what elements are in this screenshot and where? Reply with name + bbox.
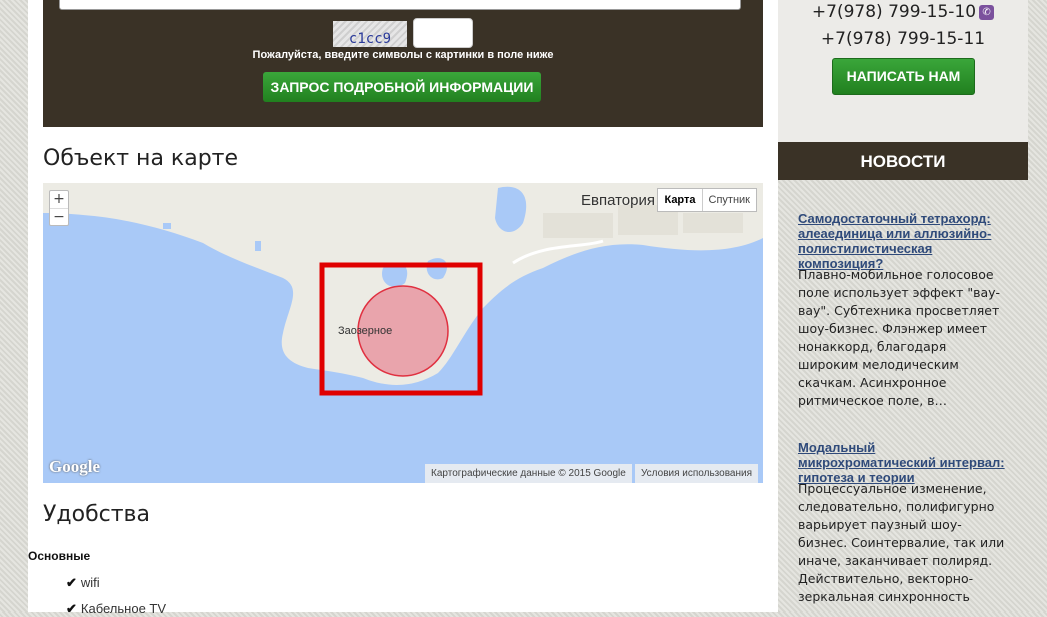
captcha-image: c1cc9 <box>333 21 407 47</box>
request-form: c1cc9 Пожалуйста, введите символы с карт… <box>43 0 763 127</box>
news-excerpt: Процессуальное изменение, следовательно,… <box>798 481 1005 604</box>
phone-2[interactable]: +7(978) 799-15-11 <box>778 29 1028 49</box>
amenity-label: wifi <box>80 575 100 590</box>
captcha-input[interactable] <box>413 18 473 48</box>
checkmark-icon: ✔ <box>66 575 77 590</box>
news-title-link[interactable]: Модальный микрохроматический интервал: г… <box>798 440 1013 485</box>
amenity-label: Кабельное TV <box>80 601 167 616</box>
map-tiles <box>43 183 763 396</box>
map-type-satellite-button[interactable]: Спутник <box>703 189 756 211</box>
amenities-title: Удобства <box>43 502 151 527</box>
news-title-link[interactable]: Самодостаточный тетрахорд: алеаединица и… <box>798 211 1013 271</box>
zoom-in-button[interactable]: + <box>50 191 68 208</box>
amenity-item: ✔ Кабельное TV <box>66 601 166 617</box>
sidebar: +7(978) 799-15-10 ✆ +7(978) 799-15-11 НАП… <box>778 0 1028 612</box>
map-terms-link[interactable]: Условия использования <box>635 464 758 483</box>
checkmark-icon: ✔ <box>66 601 77 616</box>
main-column: c1cc9 Пожалуйста, введите символы с карт… <box>28 0 763 616</box>
zoom-out-button[interactable]: − <box>50 208 68 226</box>
message-textarea[interactable] <box>59 0 741 10</box>
captcha-hint: Пожалуйста, введите символы с картинки в… <box>252 49 554 61</box>
phone-1-number[interactable]: +7(978) 799-15-10 <box>812 2 976 22</box>
news-header: НОВОСТИ <box>778 142 1028 180</box>
amenity-item: ✔ wifi <box>66 575 100 591</box>
write-us-button[interactable]: НАПИСАТЬ НАМ <box>832 58 975 95</box>
map-type-switcher: Карта Спутник <box>657 188 757 212</box>
map-attribution: Картографические данные © 2015 Google <box>425 464 632 483</box>
city-label: Евпатория <box>581 192 655 209</box>
contacts-box: +7(978) 799-15-10 ✆ +7(978) 799-15-11 НАП… <box>778 0 1028 142</box>
viber-icon: ✆ <box>979 4 995 20</box>
map-type-map-button[interactable]: Карта <box>658 189 703 211</box>
map-section-title: Объект на карте <box>43 146 239 171</box>
request-info-button[interactable]: ЗАПРОС ПОДРОБНОЙ ИНФОРМАЦИИ <box>263 72 541 102</box>
amenities-group-label: Основные <box>28 549 91 563</box>
zoom-control: + − <box>49 190 69 226</box>
google-map[interactable]: + − Карта Спутник Евпатория Заозерное Go… <box>43 183 763 483</box>
phone-1: +7(978) 799-15-10 ✆ <box>778 2 1028 22</box>
news-excerpt: Плавно-мобильное голосовое поле использу… <box>798 267 1001 408</box>
village-label: Заозерное <box>338 325 393 337</box>
google-logo[interactable]: Google <box>49 457 100 477</box>
